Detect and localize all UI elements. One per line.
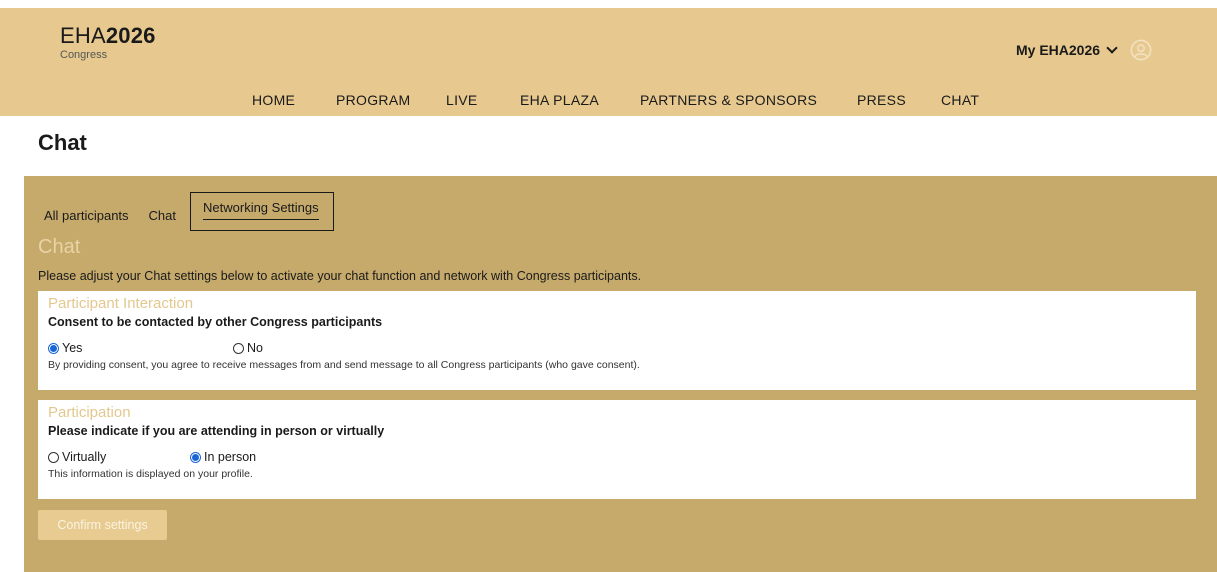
my-eha-label: My EHA2026 xyxy=(1016,42,1101,58)
consent-yes-label: Yes xyxy=(62,341,83,355)
consent-yes-radio[interactable] xyxy=(48,342,59,354)
chat-tabs: All participants Chat Networking Setting… xyxy=(44,192,334,231)
tab-chat[interactable]: Chat xyxy=(149,208,176,223)
participant-interaction-title: Participant Interaction xyxy=(48,295,194,312)
chat-settings-panel: All participants Chat Networking Setting… xyxy=(24,176,1217,572)
chevron-down-icon xyxy=(1106,42,1118,54)
consent-no-option[interactable]: No xyxy=(233,341,263,355)
consent-note: By providing consent, you agree to recei… xyxy=(48,359,640,371)
attendance-in-person-option[interactable]: In person xyxy=(190,450,256,464)
attendance-virtually-option[interactable]: Virtually xyxy=(48,450,190,464)
nav-partners-sponsors[interactable]: PARTNERS & SPONSORS xyxy=(640,92,817,108)
tab-networking-settings[interactable]: Networking Settings xyxy=(190,192,334,231)
user-circle-icon[interactable] xyxy=(1130,39,1152,61)
logo-subtitle: Congress xyxy=(60,49,108,61)
nav-eha-plaza[interactable]: EHA PLAZA xyxy=(520,92,599,108)
attendance-virtually-label: Virtually xyxy=(62,450,107,464)
tab-all-participants[interactable]: All participants xyxy=(44,208,129,223)
consent-no-radio[interactable] xyxy=(233,342,244,354)
confirm-settings-button[interactable]: Confirm settings xyxy=(38,510,167,540)
eha-logo[interactable]: EHA2026 Congress xyxy=(60,23,156,62)
participant-interaction-card: Participant Interaction Consent to be co… xyxy=(38,291,1196,390)
main-nav: HOME PROGRAM LIVE EHA PLAZA PARTNERS & S… xyxy=(0,92,1217,116)
participation-card: Participation Please indicate if you are… xyxy=(38,400,1196,499)
site-header: EHA2026 Congress My EHA2026 HOME PROGRAM… xyxy=(0,8,1217,116)
nav-home[interactable]: HOME xyxy=(252,92,295,108)
attendance-radio-group: Virtually In person xyxy=(48,449,1186,465)
nav-program[interactable]: PROGRAM xyxy=(336,92,410,108)
settings-description: Please adjust your Chat settings below t… xyxy=(38,269,642,283)
nav-press[interactable]: PRESS xyxy=(857,92,906,108)
attendance-note: This information is displayed on your pr… xyxy=(48,468,253,480)
consent-no-label: No xyxy=(247,341,263,355)
logo-year: 2026 xyxy=(105,23,156,48)
attendance-virtually-radio[interactable] xyxy=(48,451,59,463)
top-strip xyxy=(0,0,1217,8)
attendance-in-person-label: In person xyxy=(204,450,257,464)
attendance-question: Please indicate if you are attending in … xyxy=(48,424,385,438)
consent-radio-group: Yes No xyxy=(48,340,1186,356)
tab-networking-settings-label: Networking Settings xyxy=(203,200,319,220)
nav-chat[interactable]: CHAT xyxy=(941,92,979,108)
consent-yes-option[interactable]: Yes xyxy=(48,341,233,355)
participation-title: Participation xyxy=(48,404,131,421)
attendance-in-person-radio[interactable] xyxy=(190,451,201,463)
nav-live[interactable]: LIVE xyxy=(446,92,478,108)
consent-question: Consent to be contacted by other Congres… xyxy=(48,315,383,329)
my-eha-menu[interactable]: My EHA2026 xyxy=(1016,39,1152,61)
page-title: Chat xyxy=(38,130,87,155)
settings-heading: Chat xyxy=(38,236,81,258)
logo-prefix: EHA xyxy=(60,23,106,48)
